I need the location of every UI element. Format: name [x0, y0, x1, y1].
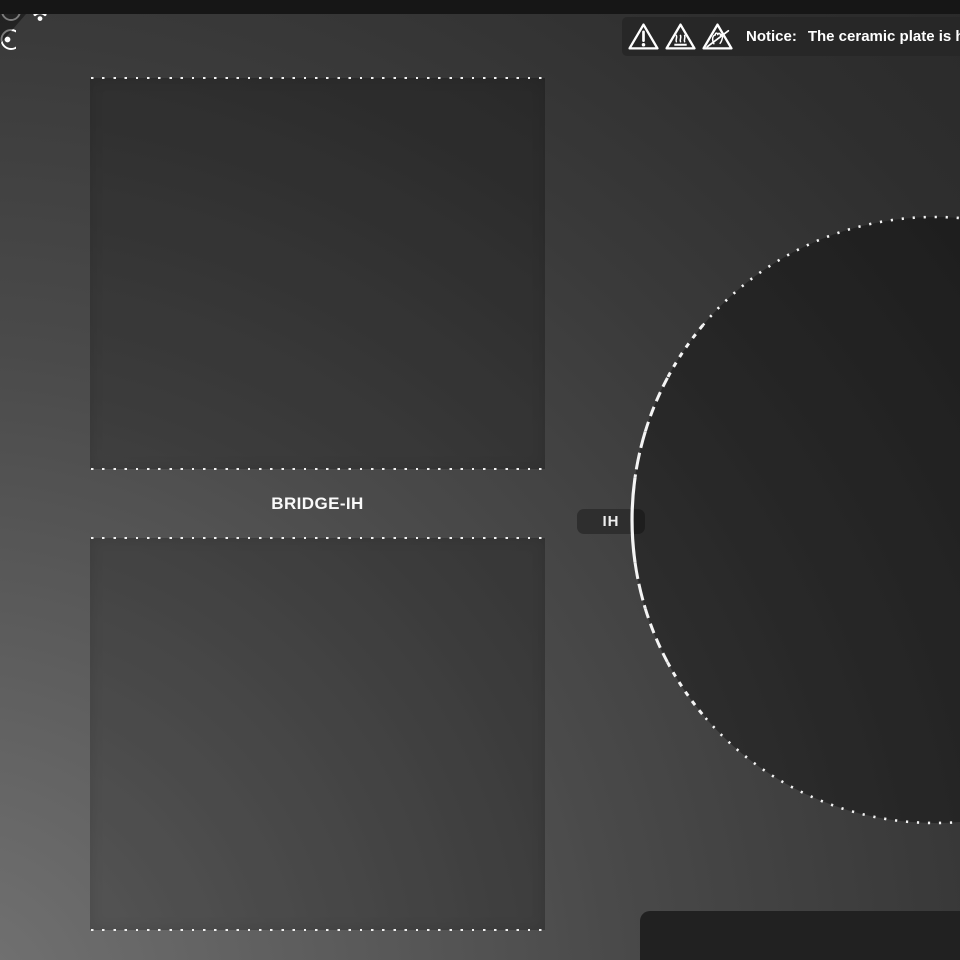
zone-dotted-border-bottom	[91, 929, 544, 931]
cooktop-surface: BRIDGE-IH IH	[0, 0, 960, 960]
warning-icon	[628, 22, 659, 51]
bridge-zone-upper[interactable]	[90, 78, 545, 469]
hot-surface-icon	[665, 22, 696, 51]
control-panel	[640, 911, 960, 960]
notice-bar: Notice: The ceramic plate is hot	[622, 17, 960, 56]
bridge-zone-lower[interactable]	[90, 538, 545, 930]
do-not-touch-icon	[702, 22, 733, 51]
zone-dotted-border-top	[91, 77, 544, 79]
bridge-zone-label: BRIDGE-IH	[90, 494, 545, 514]
cooktop-top-edge	[0, 0, 960, 14]
notice-text: The ceramic plate is hot	[808, 28, 960, 45]
zone-dotted-border-bottom	[91, 468, 544, 470]
round-zone-label: IH	[603, 513, 620, 530]
zone-dotted-border-top	[91, 537, 544, 539]
corner-bevel	[0, 14, 26, 44]
notice-label: Notice:	[746, 28, 797, 45]
round-zone[interactable]	[632, 217, 960, 823]
